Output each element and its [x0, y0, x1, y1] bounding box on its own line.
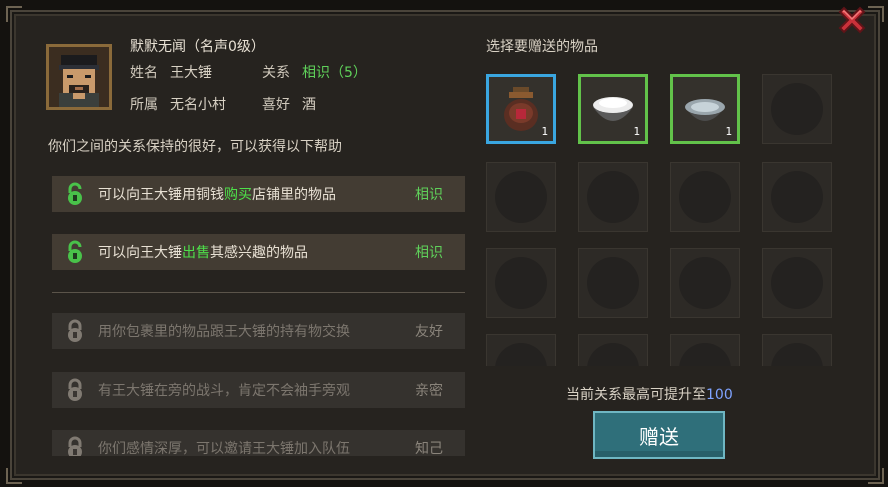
perk-text: 用你包裹里的物品跟王大锤的持有物交换 — [98, 324, 350, 340]
gift-slot-water[interactable]: 1 — [670, 74, 740, 144]
perk-text: 有王大锤在旁的战斗，肯定不会袖手旁观 — [98, 383, 350, 399]
gift-slot-empty[interactable] — [578, 248, 648, 318]
item-count: 1 — [541, 125, 548, 138]
close-button[interactable] — [832, 0, 872, 40]
perk-text: 可以向王大锤出售其感兴趣的物品 — [98, 245, 308, 261]
locked-lock-icon — [68, 436, 82, 456]
gift-slot-empty[interactable] — [670, 162, 740, 232]
perk-level: 亲密 — [415, 383, 443, 399]
gift-slot-empty[interactable] — [486, 162, 556, 232]
gift-slot-empty[interactable] — [578, 334, 648, 366]
name-label: 姓名 — [130, 65, 158, 81]
close-icon — [838, 6, 866, 34]
gift-slot-rice[interactable]: 1 — [578, 74, 648, 144]
gift-button[interactable]: 赠送 — [593, 411, 725, 459]
gift-item-grid[interactable]: 1 1 1 — [484, 70, 844, 366]
perk-row-exchange: 用你包裹里的物品跟王大锤的持有物交换 友好 — [52, 313, 465, 349]
relation-label: 关系 — [262, 65, 290, 81]
gift-slot-empty[interactable] — [670, 248, 740, 318]
perk-level: 友好 — [415, 324, 443, 340]
npc-name-field: 姓名 王大锤 — [130, 62, 212, 82]
perk-text: 可以向王大锤用铜钱购买店铺里的物品 — [98, 187, 336, 203]
gift-slot-empty[interactable] — [670, 334, 740, 366]
npc-fame-title: 默默无闻（名声0级） — [130, 39, 265, 55]
gift-slot-empty[interactable] — [578, 162, 648, 232]
gift-slot-empty[interactable] — [486, 248, 556, 318]
npc-relation-field: 关系 相识（5） — [262, 62, 367, 82]
npc-avatar — [46, 44, 112, 110]
gift-slot-empty[interactable] — [762, 334, 832, 366]
hobby-label: 喜好 — [262, 97, 290, 113]
perk-row-combat: 有王大锤在旁的战斗，肯定不会袖手旁观 亲密 — [52, 372, 465, 408]
help-description: 你们之间的关系保持的很好，可以获得以下帮助 — [48, 139, 342, 155]
corner-ornament — [868, 468, 884, 484]
unlocked-lock-icon — [68, 182, 82, 205]
perk-row-recruit: 你们感情深厚，可以邀请王大锤加入队伍 知己 — [52, 430, 465, 456]
max-relation-text: 当前关系最高可提升至100 — [566, 387, 733, 403]
affiliation-value: 无名小村 — [170, 97, 226, 113]
gift-slot-empty[interactable] — [762, 162, 832, 232]
perk-row-sell: 可以向王大锤出售其感兴趣的物品 相识 — [52, 234, 465, 270]
max-relation-value: 100 — [706, 387, 733, 403]
perk-level: 相识 — [415, 245, 443, 261]
gift-slot-empty[interactable] — [486, 334, 556, 366]
gift-slot-wine[interactable]: 1 — [486, 74, 556, 144]
corner-ornament — [6, 6, 22, 22]
relation-value: 相识（5） — [302, 65, 367, 81]
npc-hobby-field: 喜好酒 — [262, 94, 316, 114]
gift-slot-empty[interactable] — [762, 248, 832, 318]
affiliation-label: 所属 — [130, 97, 158, 113]
locked-lock-icon — [68, 319, 82, 342]
name-value: 王大锤 — [170, 65, 212, 81]
perk-level: 知己 — [415, 441, 443, 456]
perk-text: 你们感情深厚，可以邀请王大锤加入队伍 — [98, 441, 350, 456]
corner-ornament — [6, 468, 22, 484]
npc-portrait-icon — [49, 47, 109, 107]
hobby-value: 酒 — [302, 97, 316, 113]
gift-section-title: 选择要赠送的物品 — [486, 39, 598, 55]
locked-lock-icon — [68, 378, 82, 401]
item-count: 1 — [725, 125, 732, 138]
unlocked-lock-icon — [68, 240, 82, 263]
item-count: 1 — [633, 125, 640, 138]
gift-slot-empty[interactable] — [762, 74, 832, 144]
perk-divider — [52, 292, 465, 293]
npc-affiliation-field: 所属 无名小村 — [130, 94, 226, 114]
perk-level: 相识 — [415, 187, 443, 203]
perk-row-buy: 可以向王大锤用铜钱购买店铺里的物品 相识 — [52, 176, 465, 212]
